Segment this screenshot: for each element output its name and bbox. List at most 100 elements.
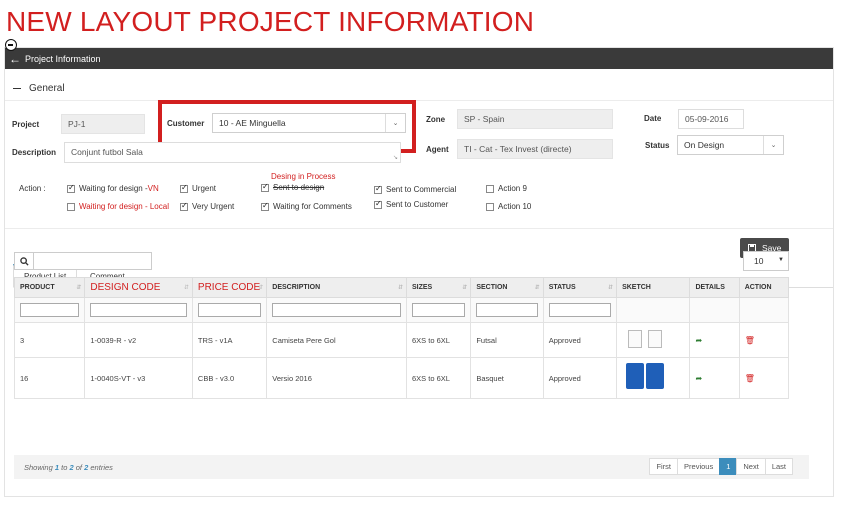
checkbox-icon	[180, 183, 188, 193]
details-icon[interactable]: ➦	[695, 336, 702, 345]
description-label: Description	[12, 148, 57, 157]
agent-label: Agent	[426, 145, 449, 154]
column-header[interactable]: STATUS ⇵	[542, 277, 618, 298]
cell-sketch	[616, 357, 691, 399]
filter-input-status[interactable]	[548, 303, 612, 317]
cell-section: Basquet	[470, 357, 544, 399]
date-input[interactable]: 05-09-2016	[678, 109, 744, 129]
back-arrow-icon[interactable]: ←	[9, 52, 21, 66]
cell-sizes: 6XS to 6XL	[405, 322, 472, 358]
customer-value: 10 - AE Minguella	[219, 118, 286, 128]
action-item-label: Action 10	[498, 202, 532, 211]
chevron-down-icon: ⌄	[385, 114, 405, 132]
table-row[interactable]: 16 1-0040S-VT - v3 CBB - v3.0 Versio 201…	[13, 357, 790, 399]
project-label: Project	[12, 120, 40, 129]
customer-select[interactable]: 10 - AE Minguella ⌄	[212, 113, 406, 133]
filter-input-sizes[interactable]	[412, 303, 466, 317]
project-panel: ← Project Information General Project PJ…	[4, 47, 834, 497]
action-checkbox-waiting-vn[interactable]: Waiting for design - VN	[67, 183, 159, 193]
column-header[interactable]: SIZES ⇵	[405, 277, 472, 298]
zone-field: SP - Spain	[457, 109, 613, 129]
action-annotation: Desing in Process	[271, 172, 336, 181]
pagination-previous[interactable]: Previous	[677, 458, 721, 475]
search-icon[interactable]	[14, 252, 34, 270]
cell-action: 🗑	[738, 322, 790, 358]
status-value: On Design	[684, 140, 725, 150]
filter-input-description[interactable]	[272, 303, 401, 317]
table-row[interactable]: 3 1-0039-R - v2 TRS - v1A Camiseta Pere …	[13, 322, 790, 358]
checkbox-icon	[67, 202, 75, 211]
checkbox-icon	[67, 183, 75, 193]
table-header-row: PRODUCT ⇵ DESIGN CODE ⇵ PRICE CODE ⇵ DESCRI…	[13, 277, 790, 298]
date-label: Date	[644, 114, 662, 123]
action-label: Action :	[19, 184, 46, 193]
column-header: DETAILS	[689, 277, 740, 298]
collapse-icon[interactable]	[5, 39, 17, 51]
cell-action: 🗑	[738, 357, 790, 399]
action-item-label: Waiting for design -	[79, 184, 148, 193]
action-checkbox-sent-customer[interactable]: Sent to Customer	[374, 199, 448, 209]
description-textarea[interactable]: Conjunt futbol Sala ↘	[64, 142, 401, 163]
chevron-down-icon: ⌄	[763, 136, 783, 154]
pagination-last[interactable]: Last	[764, 458, 793, 475]
sketch-thumbnail[interactable]	[622, 361, 668, 393]
checkbox-icon	[486, 202, 494, 211]
action-checkbox-sent-to-design[interactable]: Sent to design	[261, 182, 325, 192]
column-header[interactable]: DESIGN CODE ⇵	[84, 277, 193, 298]
cell-product: 3	[13, 322, 86, 358]
pagination-next[interactable]: Next	[736, 458, 766, 475]
cell-description: Versio 2016	[266, 357, 407, 399]
pagination-first[interactable]: First	[649, 458, 679, 475]
action-checkbox-waiting-comments[interactable]: Waiting for Comments	[261, 201, 352, 211]
filter-input-product[interactable]	[20, 303, 80, 317]
sketch-thumbnail[interactable]	[622, 328, 668, 350]
trash-icon[interactable]: 🗑	[745, 374, 755, 383]
pagination: First Previous 1 Next Last	[649, 458, 793, 475]
page-length-value: 10	[754, 256, 764, 266]
column-header[interactable]: SECTION ⇵	[470, 277, 544, 298]
action-checkbox-urgent[interactable]: Urgent	[180, 183, 216, 193]
table-footer: Showing 1 to 2 of 2 entries First Previo…	[14, 455, 809, 479]
description-value: Conjunt futbol Sala	[71, 147, 143, 157]
action-item-label: Waiting for Comments	[273, 202, 352, 211]
column-header[interactable]: PRODUCT ⇵	[13, 277, 86, 298]
page-length-select[interactable]: 10 ▼	[743, 251, 789, 271]
resize-handle-icon[interactable]: ↘	[393, 154, 398, 161]
filter-input-price-code[interactable]	[197, 303, 262, 317]
action-checkbox-waiting-local[interactable]: Waiting for design - Local	[67, 202, 169, 211]
search-input[interactable]	[34, 252, 152, 270]
action-item-label: Very Urgent	[192, 202, 235, 211]
column-header[interactable]: DESCRIPTION ⇵	[266, 277, 407, 298]
project-field: PJ-1	[61, 114, 145, 134]
filter-input-section[interactable]	[476, 303, 538, 317]
action-item-label: Sent to design	[273, 183, 325, 192]
details-icon[interactable]: ➦	[695, 374, 702, 383]
action-checkbox-sent-commercial[interactable]: Sent to Commercial	[374, 184, 456, 194]
zone-label: Zone	[426, 115, 446, 124]
action-checkbox-action-10[interactable]: Action 10	[486, 202, 531, 211]
pagination-page-1[interactable]: 1	[719, 458, 738, 475]
general-section-toggle[interactable]: General	[13, 83, 65, 94]
filter-input-design-code[interactable]	[90, 303, 187, 317]
action-checkbox-action-9[interactable]: Action 9	[486, 184, 527, 193]
general-title: General	[29, 83, 65, 94]
status-label: Status	[645, 141, 670, 150]
trash-icon[interactable]: 🗑	[745, 336, 755, 345]
column-header: ACTION	[738, 277, 790, 298]
entries-info: Showing 1 to 2 of 2 entries	[24, 463, 113, 472]
agent-field: TI - Cat - Tex Invest (directe)	[457, 139, 613, 159]
action-item-label: Waiting for design - Local	[79, 202, 169, 211]
customer-label: Customer	[167, 119, 205, 128]
column-header[interactable]: PRICE CODE ⇵	[191, 277, 268, 298]
panel-title: Project Information	[25, 53, 101, 64]
page-banner: NEW LAYOUT PROJECT INFORMATION	[6, 6, 535, 37]
action-checkbox-very-urgent[interactable]: Very Urgent	[180, 201, 235, 211]
checkbox-icon	[374, 184, 382, 194]
status-select[interactable]: On Design ⌄	[677, 135, 784, 155]
action-item-suffix: VN	[147, 184, 159, 193]
cell-price-code: TRS - v1A	[191, 322, 268, 358]
divider	[5, 228, 833, 229]
checkbox-icon	[486, 184, 494, 193]
cell-details: ➦	[689, 357, 740, 399]
cell-sketch	[616, 322, 691, 358]
